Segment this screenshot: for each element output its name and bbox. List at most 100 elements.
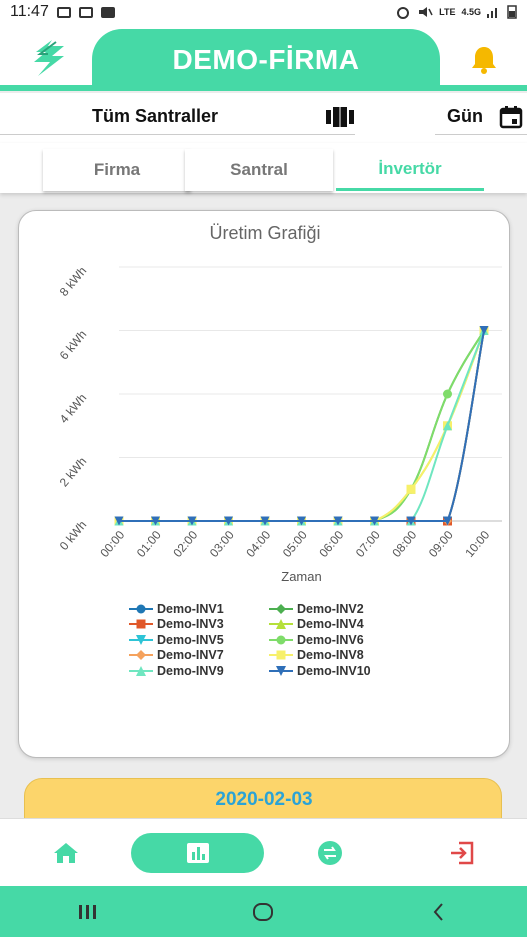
legend-swatch <box>129 604 153 614</box>
legend-item[interactable]: Demo-INV5 <box>129 632 269 648</box>
series-line <box>119 330 485 522</box>
series-line <box>119 330 485 522</box>
alarm-icon <box>397 7 410 19</box>
legend-swatch <box>269 665 293 676</box>
logout-icon <box>451 841 474 865</box>
santral-dropdown[interactable]: Tüm Santraller <box>0 99 355 135</box>
x-axis-label: Zaman <box>281 569 321 584</box>
x-tick-label: 01:00 <box>134 528 164 560</box>
status-bar: 11:47 LTE 4.5G <box>0 0 527 24</box>
x-tick-label: 09:00 <box>426 528 456 560</box>
series-line <box>119 330 485 522</box>
data-point <box>443 389 452 399</box>
series-line <box>119 330 485 522</box>
x-tick-label: 03:00 <box>207 528 237 560</box>
legend-swatch <box>129 634 153 645</box>
legend-label: Demo-INV9 <box>157 663 224 678</box>
series-line <box>119 330 485 522</box>
legend-swatch <box>129 619 153 629</box>
legend-label: Demo-INV1 <box>157 601 224 616</box>
legend-item[interactable]: Demo-INV2 <box>269 601 419 617</box>
legend-swatch <box>269 635 293 645</box>
legend-label: Demo-INV6 <box>297 632 364 647</box>
legend-label: Demo-INV2 <box>297 601 364 616</box>
y-tick-label: 4 kWh <box>57 391 90 426</box>
status-time: 11:47 <box>10 3 49 20</box>
santral-label: Tüm Santraller <box>92 106 219 126</box>
nav-logout-button[interactable] <box>434 833 490 873</box>
home-icon <box>54 843 78 863</box>
period-dropdown[interactable]: Gün <box>435 99 527 135</box>
volte-icon: LTE <box>439 7 456 17</box>
legend-item[interactable]: Demo-INV3 <box>129 617 269 633</box>
android-home-button[interactable] <box>233 897 293 927</box>
status-right: LTE 4.5G <box>395 5 517 19</box>
series-line <box>119 330 485 522</box>
app-logo-icon[interactable] <box>30 38 68 78</box>
y-tick-label: 0 kWh <box>57 518 90 553</box>
production-chart-card: Üretim Grafiği 0 kWh 2 kWh 4 kWh 6 kWh 8 kWh… <box>18 210 510 758</box>
tabs-bar: Firma Santral İnvertör <box>0 143 527 193</box>
legend-swatch <box>269 650 293 660</box>
status-left: 11:47 <box>10 3 115 21</box>
series-line <box>119 330 485 522</box>
calendar-icon[interactable] <box>499 105 523 129</box>
legend-item[interactable]: Demo-INV1 <box>129 601 269 617</box>
signal-icon <box>487 8 497 18</box>
series-line <box>119 330 485 522</box>
legend-label: Demo-INV8 <box>297 648 364 663</box>
legend-item[interactable]: Demo-INV9 <box>129 663 269 679</box>
bottom-navigation <box>0 818 527 886</box>
period-label: Gün <box>447 106 483 126</box>
notification-bell-icon[interactable] <box>470 44 498 74</box>
android-navigation-bar <box>0 886 527 937</box>
nav-chart-button[interactable] <box>131 833 264 873</box>
y-tick-label: 8 kWh <box>57 264 90 299</box>
legend-label: Demo-INV10 <box>297 663 371 678</box>
legend-item[interactable]: Demo-INV8 <box>269 648 419 664</box>
date-label: 2020-02-03 <box>215 789 313 810</box>
legend-item[interactable]: Demo-INV7 <box>129 648 269 664</box>
y-tick-label: 6 kWh <box>57 327 90 362</box>
camera-notification-icon <box>100 6 115 18</box>
chart-legend: Demo-INV1 Demo-INV2 Demo-INV3 Demo-INV4 Demo… <box>129 601 429 679</box>
transfer-icon <box>318 841 342 865</box>
laptop-notification-icon <box>78 6 93 18</box>
x-tick-label: 02:00 <box>170 528 200 560</box>
filter-row: Tüm Santraller Gün <box>0 93 527 143</box>
home-circle-icon <box>253 902 274 921</box>
chart-icon <box>186 843 209 863</box>
data-point <box>406 484 416 494</box>
legend-swatch <box>129 665 153 676</box>
tab-firma[interactable]: Firma <box>43 149 191 191</box>
app-header: DEMO-FİRMA <box>0 24 527 91</box>
legend-label: Demo-INV5 <box>157 632 224 647</box>
x-tick-label: 04:00 <box>243 528 273 560</box>
tab-invertor[interactable]: İnvertör <box>336 149 484 191</box>
image-notification-icon <box>56 6 71 18</box>
recent-apps-icon <box>78 904 96 919</box>
series-line <box>119 330 485 522</box>
legend-item[interactable]: Demo-INV4 <box>269 617 419 633</box>
y-tick-label: 2 kWh <box>57 454 90 489</box>
nav-transfer-button[interactable] <box>302 833 358 873</box>
x-tick-label: 06:00 <box>316 528 346 560</box>
back-icon <box>433 902 443 921</box>
legend-item[interactable]: Demo-INV6 <box>269 632 419 648</box>
legend-label: Demo-INV4 <box>297 617 364 632</box>
x-tick-label: 10:00 <box>462 528 492 560</box>
recent-apps-button[interactable] <box>58 897 118 927</box>
android-back-button[interactable] <box>409 897 469 927</box>
solar-panel-icon <box>326 107 354 127</box>
legend-label: Demo-INV7 <box>157 648 224 663</box>
x-tick-label: 05:00 <box>280 528 310 560</box>
legend-item[interactable]: Demo-INV10 <box>269 663 419 679</box>
tab-santral[interactable]: Santral <box>185 149 333 191</box>
legend-swatch <box>269 603 293 614</box>
legend-swatch <box>269 619 293 630</box>
mute-icon <box>419 7 433 17</box>
company-title: DEMO-FİRMA <box>92 29 440 91</box>
nav-home-button[interactable] <box>40 833 92 873</box>
series-line <box>119 330 485 522</box>
header-divider <box>0 85 527 91</box>
